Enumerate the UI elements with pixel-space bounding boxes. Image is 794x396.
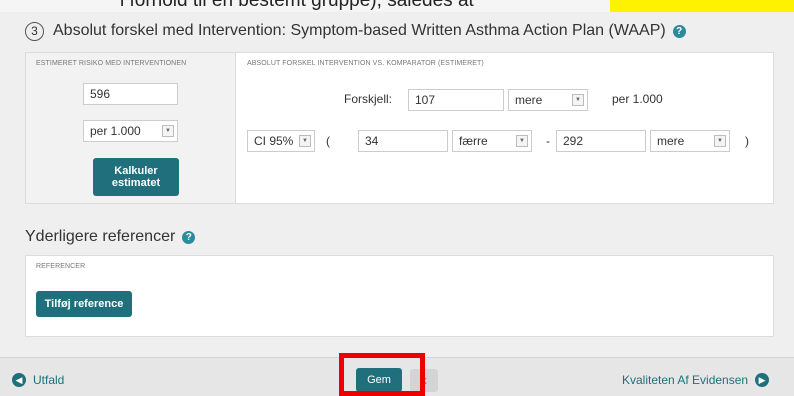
ci-high-direction-select[interactable]: mere ▼ — [650, 130, 730, 152]
ci-high-direction-value: mere — [657, 134, 685, 148]
difference-direction-select[interactable]: mere ▼ — [508, 89, 588, 111]
absolute-difference-label: ABSOLUT FORSKEL INTERVENTION VS. KOMPARA… — [247, 60, 484, 67]
chevron-down-icon: ▼ — [299, 135, 311, 147]
arrow-right-icon: ▶ — [755, 373, 770, 387]
estimate-unit-select[interactable]: per 1.000 ▼ — [83, 120, 178, 142]
difference-direction-value: mere — [515, 93, 543, 107]
chevron-down-icon: ▼ — [572, 94, 584, 106]
section-number: 3 — [25, 21, 44, 41]
ci-high-input[interactable]: 292 — [556, 130, 646, 152]
difference-value-input[interactable]: 107 — [408, 89, 504, 111]
section-header: 3 Absolut forskel med Intervention: Symp… — [25, 20, 686, 42]
yellow-highlight — [610, 0, 794, 12]
ci-low-direction-value: færre — [459, 134, 488, 148]
estimated-risk-column: ESTIMERET RISIKO MED INTERVENTIONEN 596 … — [26, 53, 236, 203]
confidence-interval-select[interactable]: CI 95% ▼ — [247, 130, 315, 152]
confidence-interval-value: CI 95% — [254, 134, 294, 148]
ci-low-input[interactable]: 34 — [358, 130, 448, 152]
ci-dash: - — [546, 134, 550, 148]
difference-label: Forskjell: — [344, 92, 393, 106]
section-title: Absolut forskel med Intervention: Sympto… — [53, 22, 666, 39]
estimated-risk-label: ESTIMERET RISIKO MED INTERVENTIONEN — [36, 60, 187, 67]
paren-close: ) — [745, 134, 749, 148]
highlight-box — [339, 353, 425, 396]
estimate-panel: ESTIMERET RISIKO MED INTERVENTIONEN 596 … — [25, 52, 774, 204]
difference-per-label: per 1.000 — [612, 92, 663, 106]
references-heading: Yderligere referencer ? — [25, 228, 196, 246]
prev-label: Utfald — [33, 373, 65, 387]
chevron-down-icon: ▼ — [516, 135, 528, 147]
next-label: Kvaliteten Af Evidensen — [622, 373, 749, 387]
add-reference-button[interactable]: Tilføj reference — [36, 291, 132, 317]
chevron-down-icon: ▼ — [714, 135, 726, 147]
top-cropped-text: i forhold til en bestemt gruppe), sålede… — [120, 0, 474, 11]
references-panel: REFERENCER Tilføj reference — [25, 255, 774, 337]
references-label: REFERENCER — [36, 263, 86, 270]
chevron-down-icon: ▼ — [162, 125, 174, 137]
ci-low-direction-select[interactable]: færre ▼ — [452, 130, 532, 152]
estimate-unit-value: per 1.000 — [90, 124, 141, 138]
prev-link[interactable]: ◀ Utfald — [12, 373, 64, 387]
next-link[interactable]: Kvaliteten Af Evidensen ▶ — [622, 373, 770, 387]
references-title: Yderligere referencer — [25, 228, 176, 245]
estimated-risk-input[interactable]: 596 — [83, 83, 178, 105]
arrow-left-icon: ◀ — [12, 373, 26, 387]
paren-open: ( — [326, 134, 330, 148]
help-icon[interactable]: ? — [182, 230, 196, 244]
calculate-estimate-button[interactable]: Kalkuler estimatet — [93, 158, 179, 196]
top-cropped-strip: i forhold til en bestemt gruppe), sålede… — [0, 0, 794, 12]
help-icon[interactable]: ? — [672, 24, 686, 38]
